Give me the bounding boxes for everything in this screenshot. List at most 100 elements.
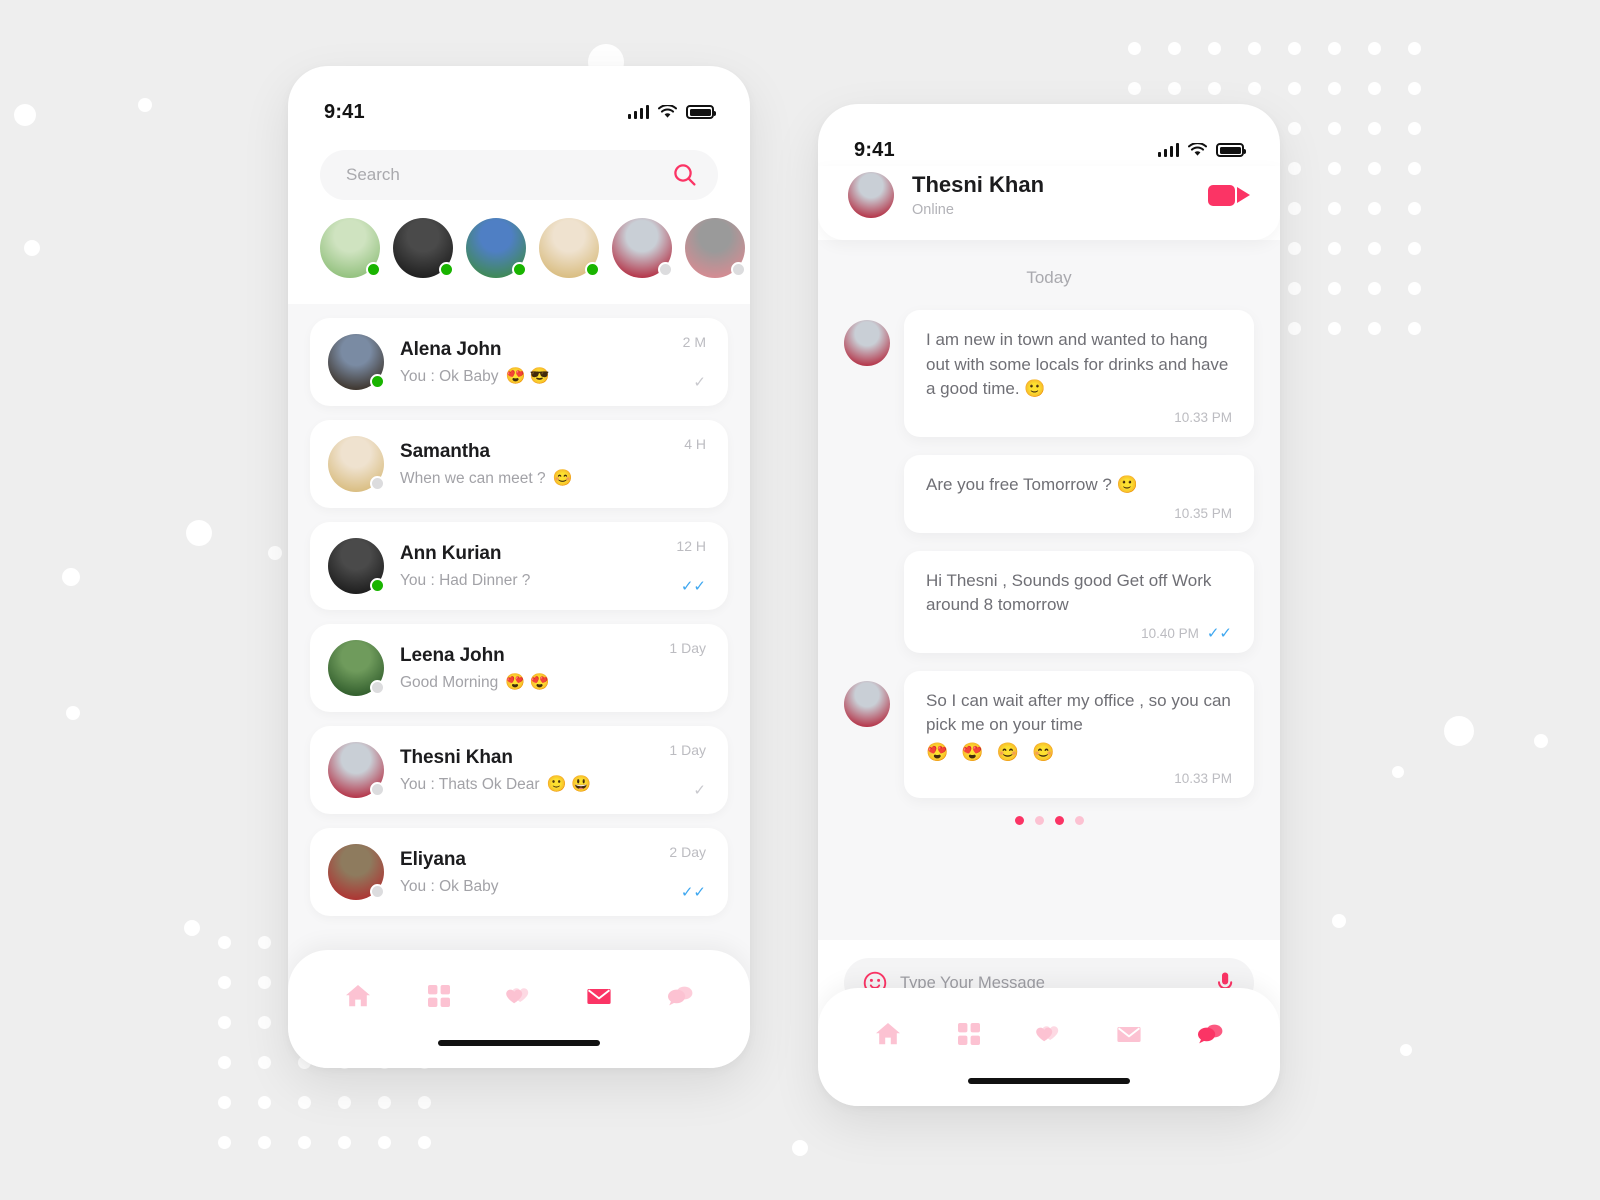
- message-preview: You : Ok Baby: [400, 878, 653, 896]
- status-bar-right: 9:41: [818, 104, 1280, 166]
- preview-text: You : Ok Baby: [400, 367, 499, 385]
- read-receipt-icon: ✓: [693, 374, 706, 391]
- phone-chat-list: 9:41 Alena JohnYou : Ok Bab: [288, 66, 750, 1068]
- offline-status-dot: [370, 782, 385, 797]
- message-list[interactable]: I am new in town and wanted to hang out …: [844, 310, 1254, 799]
- timestamp: 1 Day: [669, 640, 706, 656]
- chat-list-item[interactable]: Leena John Good Morning 😍 😍 1 Day: [310, 624, 728, 712]
- message-bubble[interactable]: Hi Thesni , Sounds good Get off Work aro…: [904, 550, 1254, 653]
- nav-tab-matches[interactable]: [496, 976, 542, 1016]
- nav-tab-discover[interactable]: [946, 1014, 992, 1054]
- chat-list-item[interactable]: Thesni Khan You : Thats Ok Dear 🙂 😃 1 Day ✓: [310, 726, 728, 814]
- nav-tab-mail[interactable]: [1106, 1014, 1152, 1054]
- message-row-incoming: I am new in town and wanted to hang out …: [844, 310, 1254, 437]
- message-bubble[interactable]: I am new in town and wanted to hang out …: [904, 310, 1254, 437]
- pagination-dot[interactable]: [1034, 816, 1044, 826]
- message-emoji: 😍 😍 😊 😊: [926, 742, 1059, 763]
- decorative-circle: [1534, 734, 1548, 748]
- avatar[interactable]: [328, 436, 385, 492]
- chat-list-item[interactable]: Samantha When we can meet ? 😊 4 H: [310, 420, 728, 508]
- pagination-dot[interactable]: [1014, 816, 1024, 826]
- chat-item-meta: 12 H ✓✓: [676, 538, 706, 594]
- nav-tab-chats[interactable]: [657, 976, 703, 1016]
- avatar[interactable]: [328, 538, 385, 594]
- message-bubble[interactable]: Are you free Tomorrow ? 🙂 10.35 PM: [904, 454, 1254, 533]
- chat-list-item[interactable]: Eliyana You : Ok Baby 2 Day ✓✓: [310, 828, 728, 916]
- search-input[interactable]: [346, 165, 662, 185]
- nav-tab-matches[interactable]: [1026, 1014, 1072, 1054]
- search-bar[interactable]: [320, 150, 718, 200]
- message-bubble[interactable]: So I can wait after my office , so you c…: [904, 670, 1254, 799]
- avatar[interactable]: [328, 742, 385, 798]
- cellular-signal-icon: [1157, 143, 1179, 157]
- bottom-nav-left[interactable]: [288, 950, 750, 1068]
- screenshot-canvas: 9:41 Alena JohnYou : Ok Bab: [0, 0, 1600, 1200]
- chat-bubbles-icon[interactable]: [665, 981, 695, 1011]
- nav-tab-chats[interactable]: [1187, 1014, 1233, 1054]
- contact-name: Samantha: [400, 440, 491, 462]
- preview-text: You : Had Dinner ?: [400, 571, 531, 589]
- grid-icon[interactable]: [954, 1019, 984, 1049]
- story-avatar[interactable]: [393, 218, 454, 278]
- offline-status-dot: [370, 884, 385, 899]
- message-timestamp: 10.40 PM: [1141, 625, 1199, 641]
- nav-tab-mail[interactable]: [576, 976, 622, 1016]
- message-row-incoming: Are you free Tomorrow ? 🙂 10.35 PM: [844, 454, 1254, 533]
- battery-icon: [686, 105, 716, 119]
- avatar[interactable]: [328, 640, 385, 696]
- decorative-circle: [62, 568, 80, 586]
- timestamp: 12 H: [676, 538, 706, 554]
- envelope-icon[interactable]: [584, 981, 614, 1011]
- message-preview: Good Morning 😍 😍: [400, 674, 653, 692]
- avatar[interactable]: [844, 680, 890, 727]
- chat-item-body: Leena John Good Morning 😍 😍: [400, 645, 653, 692]
- message-row-outgoing: Hi Thesni , Sounds good Get off Work aro…: [844, 550, 1254, 653]
- chat-bubbles-icon[interactable]: [1195, 1019, 1225, 1049]
- pagination-dot[interactable]: [1054, 816, 1064, 826]
- pagination-dot[interactable]: [1074, 816, 1084, 826]
- hearts-icon[interactable]: [1034, 1019, 1064, 1049]
- chat-list[interactable]: Alena John You : Ok Baby 😍 😎 2 M ✓ Samantha Wh…: [288, 304, 750, 1004]
- pagination-dots[interactable]: [844, 816, 1254, 826]
- contact-name: Thesni Khan: [400, 746, 513, 768]
- avatar[interactable]: [328, 844, 385, 900]
- chat-list-item[interactable]: Ann Kurian You : Had Dinner ? 12 H ✓✓: [310, 522, 728, 610]
- story-avatar[interactable]: [466, 218, 527, 278]
- offline-status-dot: [370, 476, 385, 491]
- grid-icon[interactable]: [424, 981, 454, 1011]
- hearts-icon[interactable]: [504, 981, 534, 1011]
- nav-tab-home[interactable]: [335, 976, 381, 1016]
- offline-status-dot: [658, 262, 673, 277]
- chat-item-body: Samantha When we can meet ? 😊: [400, 441, 668, 488]
- avatar[interactable]: [844, 320, 890, 366]
- preview-emoji: 😍 😎: [505, 367, 550, 385]
- video-camera-icon[interactable]: [1208, 182, 1250, 208]
- contact-name: Alena John: [400, 338, 502, 360]
- story-avatar[interactable]: [320, 218, 381, 278]
- preview-emoji: 😊: [552, 469, 573, 487]
- home-icon[interactable]: [343, 981, 373, 1011]
- chat-item-body: Eliyana You : Ok Baby: [400, 849, 653, 896]
- message-meta: 10.33 PM: [926, 410, 1232, 425]
- timestamp: 2 M: [682, 334, 706, 350]
- nav-tab-home[interactable]: [865, 1014, 911, 1054]
- story-avatar[interactable]: [685, 218, 746, 278]
- message-text: So I can wait after my office , so you c…: [926, 690, 1231, 735]
- story-avatar[interactable]: [612, 218, 673, 278]
- avatar[interactable]: [848, 172, 894, 218]
- chat-item-body: Alena John You : Ok Baby 😍 😎: [400, 339, 667, 386]
- envelope-icon[interactable]: [1114, 1019, 1144, 1049]
- story-avatar[interactable]: [539, 218, 600, 278]
- avatar[interactable]: [328, 334, 385, 390]
- avatar-photo: [848, 172, 894, 218]
- home-icon[interactable]: [873, 1019, 903, 1049]
- decorative-circle: [66, 706, 80, 720]
- preview-text: When we can meet ?: [400, 469, 546, 487]
- nav-tab-discover[interactable]: [416, 976, 462, 1016]
- search-icon[interactable]: [672, 162, 698, 188]
- bottom-nav-right[interactable]: [818, 988, 1280, 1106]
- chat-list-item[interactable]: Alena John You : Ok Baby 😍 😎 2 M ✓: [310, 318, 728, 406]
- stories-row[interactable]: [288, 200, 750, 304]
- timestamp: 4 H: [684, 436, 706, 452]
- contact-name: Eliyana: [400, 848, 466, 870]
